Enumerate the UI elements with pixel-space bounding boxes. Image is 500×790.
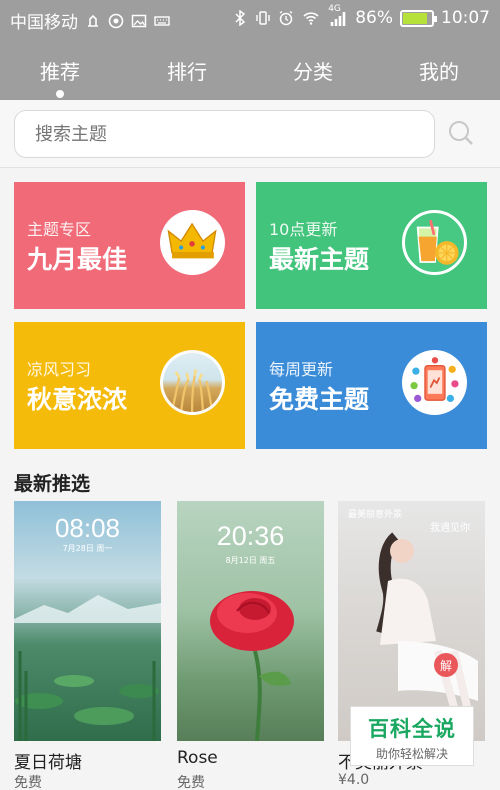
android-icon (108, 13, 124, 28)
tile-subtitle: 主题专区 (27, 220, 92, 239)
search-input[interactable] (14, 110, 435, 158)
cell-signal-icon: 4G (328, 4, 348, 26)
tile-title: 免费主题 (269, 385, 370, 414)
juice-icon (402, 210, 467, 275)
usb-icon (88, 14, 98, 27)
keyboard-icon (154, 15, 170, 26)
watermark-subtitle: 助你轻松解决 (375, 747, 448, 761)
tile-september-best[interactable]: 主题专区 九月最佳 (14, 182, 245, 309)
rose-image (210, 591, 294, 741)
image-icon (131, 14, 147, 27)
vibrate-icon (256, 11, 270, 25)
battery-level (403, 12, 427, 24)
section-title: 最新推选 (14, 473, 91, 495)
tab-mine[interactable]: 我的 (394, 56, 484, 85)
watermark-title: 百科全说 (368, 717, 456, 741)
tab-ranking[interactable]: 排行 (142, 56, 232, 85)
tile-subtitle: 10点更新 (269, 220, 338, 239)
clock: 10:07 (441, 8, 490, 28)
search-area (0, 100, 500, 168)
main-tabs: 推荐 排行 分类 我的 (0, 50, 500, 98)
tile-title: 九月最佳 (27, 245, 128, 274)
lotus-pond-image (14, 595, 161, 741)
theme-card-rose[interactable]: 20:36 8月12日 周五 (177, 501, 324, 741)
theme-price: ¥4.0 (338, 772, 370, 788)
tile-subtitle: 凉风习习 (27, 360, 92, 379)
tile-autumn[interactable]: 凉风习习 秋意浓浓 (14, 322, 245, 449)
bluetooth-icon (235, 10, 246, 26)
theme-card-scenery[interactable]: 最美丽意外景 我遇见你 解 (338, 501, 485, 741)
phone-apps-icon (402, 350, 467, 415)
tile-free-themes[interactable]: 每周更新 免费主题 (256, 322, 487, 449)
tab-category[interactable]: 分类 (268, 56, 358, 85)
battery-percent: 86% (355, 8, 393, 28)
tile-latest-themes[interactable]: 10点更新 最新主题 (256, 182, 487, 309)
crown-icon (160, 210, 225, 275)
tile-title: 秋意浓浓 (27, 385, 128, 414)
theme-price: 免费 (177, 775, 205, 790)
theme-name: 夏日荷塘 (14, 753, 82, 773)
svg-text:解: 解 (440, 659, 452, 673)
tab-recommend[interactable]: 推荐 (15, 56, 105, 98)
theme-card-summer-lotus[interactable]: 08:08 7月28日 周一 (14, 501, 161, 741)
wifi-icon (303, 12, 319, 25)
battery-icon (400, 9, 437, 27)
carrier-label: 中国移动 (10, 13, 78, 33)
theme-price: 免费 (14, 775, 42, 790)
tile-title: 最新主题 (269, 245, 370, 274)
alarm-icon (279, 10, 293, 26)
search-icon[interactable] (446, 118, 476, 148)
girl-image: 解 (376, 532, 478, 723)
theme-name: Rose (177, 748, 218, 768)
baike-watermark: 百科全说 助你轻松解决 (350, 706, 474, 766)
tile-subtitle: 每周更新 (269, 360, 334, 379)
wheat-icon (160, 350, 225, 415)
status-bar: 中国移动 4G 86% 10:07 (0, 0, 500, 36)
